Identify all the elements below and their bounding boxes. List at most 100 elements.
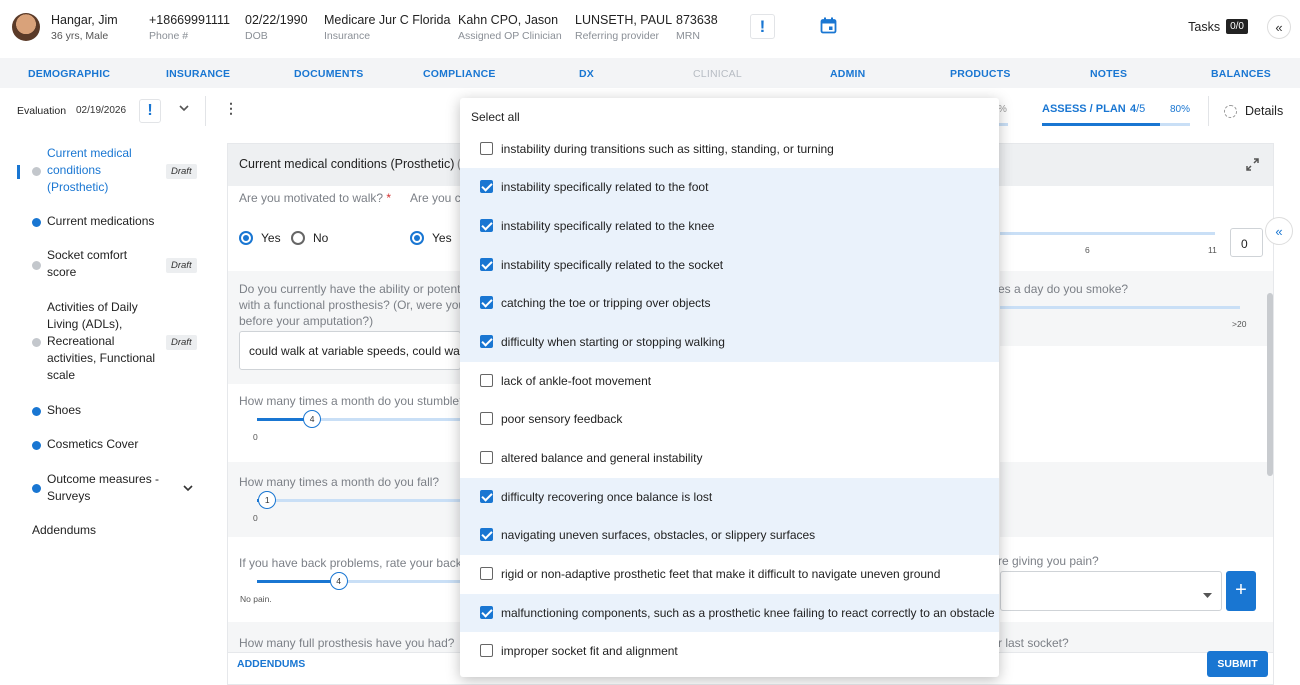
dropdown-option-label: rigid or non-adaptive prosthetic feet th… <box>501 566 941 581</box>
checkbox-checked[interactable] <box>480 219 493 232</box>
expand-outcome-measures[interactable] <box>182 482 194 497</box>
divider <box>205 96 206 126</box>
right-band <box>1000 462 1273 537</box>
evaluation-dropdown-toggle[interactable] <box>178 102 190 117</box>
sidebar-item-current-medications[interactable]: Current medications <box>47 213 167 230</box>
dropdown-option[interactable]: instability specifically related to the … <box>460 207 999 246</box>
dropdown-option-label: difficulty recovering once balance is lo… <box>501 489 713 504</box>
calendar-button[interactable] <box>820 17 837 34</box>
sidebar-item-addendums[interactable]: Addendums <box>32 522 96 539</box>
pain-select[interactable] <box>1000 571 1222 611</box>
checkbox-unchecked[interactable] <box>480 141 493 155</box>
dropdown-option[interactable]: improper socket fit and alignment <box>460 632 999 671</box>
tab-documents[interactable]: DOCUMENTS <box>294 68 363 80</box>
clinician-label: Assigned OP Clinician <box>458 30 562 42</box>
expand-section-button[interactable] <box>1246 158 1259 174</box>
add-button[interactable]: + <box>1226 571 1256 611</box>
main-nav: DEMOGRAPHIC INSURANCE DOCUMENTS COMPLIAN… <box>0 58 1300 88</box>
select-all-option[interactable]: Select all <box>471 110 520 124</box>
stumble-min-label: 0 <box>253 432 258 442</box>
dropdown-option[interactable]: navigating uneven surfaces, obstacles, o… <box>460 516 999 555</box>
patient-name[interactable]: Hangar, Jim <box>51 13 118 27</box>
caret-down-icon <box>1203 588 1212 602</box>
dropdown-option[interactable]: instability specifically related to the … <box>460 245 999 285</box>
scrollbar-thumb[interactable] <box>1267 293 1273 476</box>
sidebar-item-current-medical-conditions[interactable]: Current medical conditions (Prosthetic) <box>47 145 157 196</box>
checkbox-unchecked[interactable] <box>480 450 493 464</box>
tasks-indicator[interactable]: Tasks 0/0 <box>1188 19 1248 34</box>
dropdown-option[interactable]: lack of ankle-foot movement <box>460 362 999 401</box>
collapse-right-panel-button[interactable]: « <box>1265 217 1293 245</box>
checkbox-unchecked[interactable] <box>480 412 493 426</box>
radio-yes-2[interactable] <box>410 231 424 245</box>
dropdown-option-label: lack of ankle-foot movement <box>501 373 652 388</box>
dropdown-option[interactable]: catching the toe or tripping over object… <box>460 284 999 323</box>
question-prosthesis: How many full prosthesis have you had? <box>239 636 455 650</box>
sidebar-item-shoes[interactable]: Shoes <box>47 402 81 419</box>
question-ability-l3: before your amputation?) <box>239 314 374 328</box>
checkbox-checked[interactable] <box>480 605 493 619</box>
dropdown-option[interactable]: difficulty recovering once balance is lo… <box>460 477 999 517</box>
tab-products[interactable]: PRODUCTS <box>950 68 1011 80</box>
tab-admin[interactable]: ADMIN <box>830 68 865 80</box>
stumble-slider-handle[interactable]: 4 <box>303 410 322 428</box>
dropdown-option[interactable]: instability during transitions such as s… <box>460 130 999 169</box>
tab-clinical[interactable]: CLINICAL <box>693 68 742 80</box>
collapse-header-button[interactable]: « <box>1267 15 1291 39</box>
tab-dx[interactable]: DX <box>579 68 594 80</box>
evaluation-alert-button[interactable]: ! <box>139 99 161 123</box>
dropdown-option[interactable]: poor sensory feedback <box>460 400 999 439</box>
assess-plan-progress <box>1042 123 1190 126</box>
dropdown-option[interactable]: instability specifically related to the … <box>460 168 999 207</box>
plus-icon: + <box>1235 579 1247 601</box>
ability-select[interactable]: could walk at variable speeds, could wal… <box>239 331 468 370</box>
sidebar-item-cosmetics-cover[interactable]: Cosmetics Cover <box>47 436 138 453</box>
tasks-count-badge: 0/0 <box>1226 19 1248 34</box>
double-chevron-left-icon: « <box>1275 19 1283 35</box>
checkbox-checked[interactable] <box>480 489 493 503</box>
checkbox-checked[interactable] <box>480 528 493 542</box>
right-number-input[interactable]: 0 <box>1230 228 1263 257</box>
assess-plan-percent: 80% <box>1170 104 1191 115</box>
dropdown-option[interactable]: difficulty when starting or stopping wal… <box>460 322 999 362</box>
radio-yes-2-label: Yes <box>432 231 452 245</box>
submit-button[interactable]: SUBMIT <box>1207 651 1268 677</box>
checkbox-checked[interactable] <box>480 334 493 348</box>
avatar[interactable] <box>12 13 40 41</box>
assess-plan-step[interactable]: ASSESS / PLAN <box>1042 103 1126 115</box>
checkbox-unchecked[interactable] <box>480 566 493 580</box>
tab-balances[interactable]: BALANCES <box>1211 68 1271 80</box>
dob-value: 02/22/1990 <box>245 13 308 27</box>
tab-insurance[interactable]: INSURANCE <box>166 68 230 80</box>
addendums-link[interactable]: ADDENDUMS <box>237 658 305 670</box>
dropdown-option[interactable]: altered balance and general instability <box>460 439 999 478</box>
sidebar-item-outcome-measures[interactable]: Outcome measures - Surveys <box>47 471 167 505</box>
dropdown-option-label: difficulty when starting or stopping wal… <box>501 334 725 349</box>
checkbox-checked[interactable] <box>480 180 493 194</box>
sidebar-item-activities-daily-living[interactable]: Activities of Daily Living (ADLs), Recre… <box>47 299 162 384</box>
checkbox-unchecked[interactable] <box>480 644 493 658</box>
dropdown-option-label: navigating uneven surfaces, obstacles, o… <box>501 528 816 543</box>
dropdown-option[interactable]: malfunctioning components, such as a pro… <box>460 593 999 633</box>
radio-no[interactable] <box>291 231 305 245</box>
kebab-menu-icon: ⋮ <box>224 100 238 116</box>
details-button[interactable]: Details <box>1245 104 1283 118</box>
tab-compliance[interactable]: COMPLIANCE <box>423 68 496 80</box>
back-min-label: No pain. <box>240 594 272 604</box>
status-dot <box>32 484 41 493</box>
back-slider-handle[interactable]: 4 <box>329 572 348 590</box>
radio-yes[interactable] <box>239 231 253 245</box>
checkbox-checked[interactable] <box>480 257 493 271</box>
evaluation-label: Evaluation <box>17 105 67 117</box>
checkbox-unchecked[interactable] <box>480 373 493 387</box>
tab-demographic[interactable]: DEMOGRAPHIC <box>28 68 110 80</box>
tab-notes[interactable]: NOTES <box>1090 68 1127 80</box>
right-slider-track[interactable] <box>1000 232 1215 235</box>
alert-button[interactable]: ! <box>750 14 775 39</box>
dropdown-option[interactable]: rigid or non-adaptive prosthetic feet th… <box>460 555 999 594</box>
sidebar-item-socket-comfort-score[interactable]: Socket comfort score <box>47 247 157 281</box>
more-options-button[interactable]: ⋮ <box>224 100 238 116</box>
smoke-slider-track[interactable] <box>1000 306 1240 309</box>
checkbox-checked[interactable] <box>480 296 493 310</box>
fall-slider-track[interactable] <box>257 499 461 502</box>
